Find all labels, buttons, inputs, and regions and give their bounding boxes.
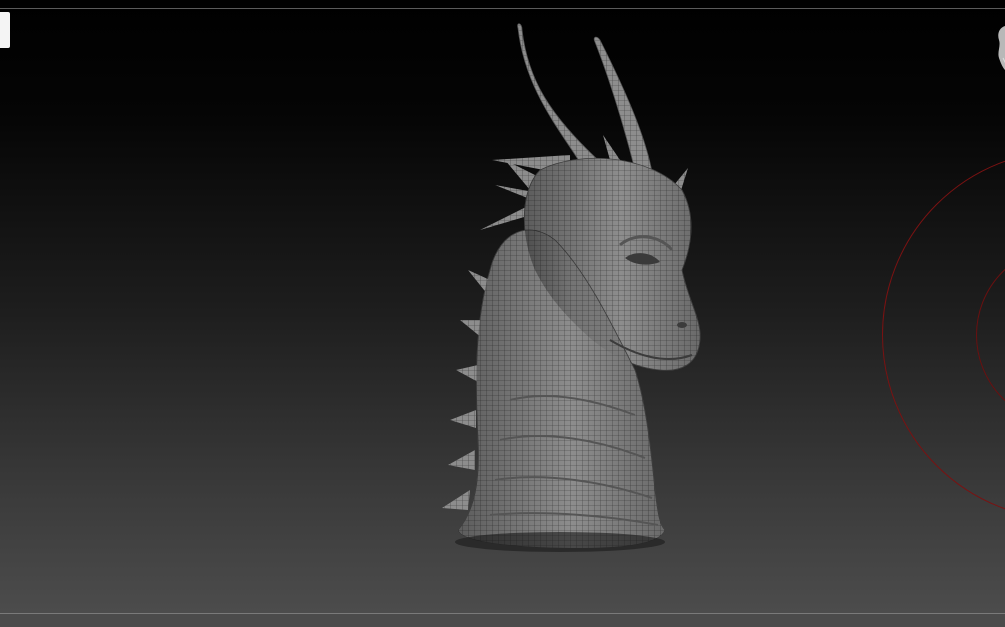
dragon-right-horn [593, 36, 653, 173]
navigation-gizmo-icon[interactable] [993, 22, 1005, 74]
bottom-shelf [0, 614, 1005, 627]
dragon-sculpt-model[interactable] [420, 20, 720, 565]
main-color-swatch[interactable] [0, 12, 10, 48]
top-shelf-divider [0, 8, 1005, 9]
dragon-left-horn [517, 23, 599, 171]
zbrush-window [0, 0, 1005, 627]
